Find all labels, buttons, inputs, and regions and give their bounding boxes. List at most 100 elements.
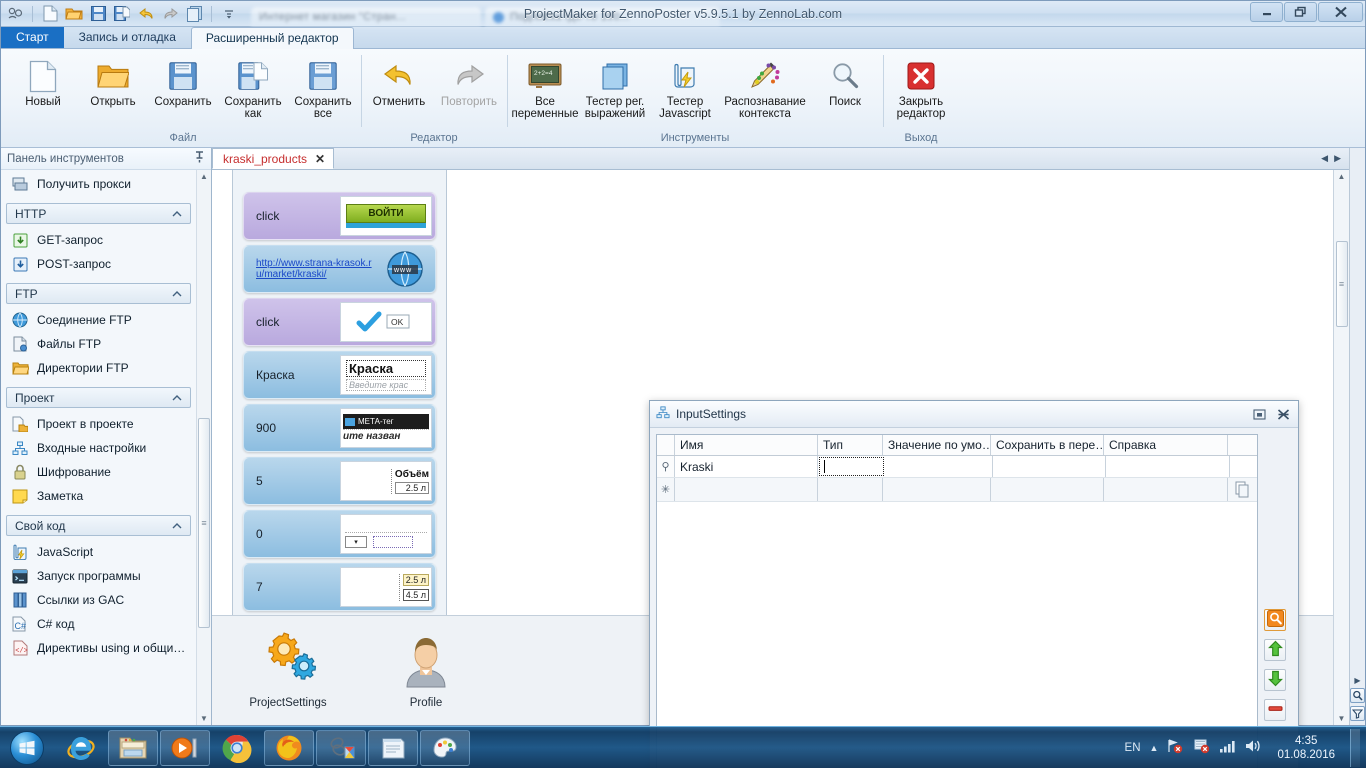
toolbox-item-csharp-code[interactable]: C# C# код <box>1 612 196 636</box>
ribbon-tab-record-debug[interactable]: Запись и отладка <box>64 26 191 48</box>
scroll-up-icon[interactable]: ▲ <box>200 172 208 181</box>
redo-icon[interactable] <box>160 4 180 24</box>
flow-node-goto-url[interactable]: http://www.strana-krasok.ru/market/krask… <box>243 245 436 293</box>
input-settings-restore-button[interactable] <box>1250 406 1268 422</box>
flow-node-7[interactable]: 7 2.5 л 4.5 л <box>243 563 436 611</box>
toolbox-item-get-request[interactable]: GET-запрос <box>1 228 196 252</box>
pin-icon[interactable] <box>194 151 205 166</box>
right-edge-panel[interactable]: ▶ <box>1349 148 1365 725</box>
input-settings-close-button[interactable] <box>1274 406 1292 422</box>
toolbox-item-javascript[interactable]: JavaScript <box>1 540 196 564</box>
toolbox-scrollbar[interactable]: ▲ ≡ ▼ <box>196 170 211 725</box>
taskbar-paint[interactable] <box>420 729 470 766</box>
cell-type-editor[interactable] <box>819 457 884 476</box>
customize-qat-icon[interactable] <box>219 4 239 24</box>
input-settings-grid[interactable]: Имя Тип Значение по умо… Сохранить в пер… <box>656 434 1258 768</box>
flow-node-click-login[interactable]: click ВОЙТИ <box>243 192 436 240</box>
scrollbar-thumb[interactable]: ≡ <box>1335 241 1348 327</box>
window-icon[interactable] <box>184 4 204 24</box>
toolbox-item-using-directives[interactable]: </> Директивы using и общи… <box>1 636 196 660</box>
toolbox-item-note[interactable]: Заметка <box>1 484 196 508</box>
cell-name[interactable]: Kraski <box>675 456 818 477</box>
save-as-icon[interactable] <box>112 4 132 24</box>
flow-node-kraska[interactable]: Краска Краска Введите крас <box>243 351 436 399</box>
show-desktop-button[interactable] <box>1350 728 1360 767</box>
quick-access-toolbar[interactable] <box>1 1 239 26</box>
volume-icon[interactable] <box>1245 739 1262 756</box>
ribbon-tab-advanced-editor[interactable]: Расширенный редактор <box>190 27 354 49</box>
ribbon-tab-strip[interactable]: Старт Запись и отладка Расширенный редак… <box>1 26 1365 49</box>
delete-row-button[interactable] <box>1264 699 1286 721</box>
toolbox-item-subproject[interactable]: Проект в проекте <box>1 412 196 436</box>
regex-tester-button[interactable]: Тестер рег. выражений <box>581 55 649 124</box>
all-variables-button[interactable]: 2+2=4 Все переменные <box>511 55 579 124</box>
new-cell-save-to[interactable] <box>991 478 1104 501</box>
undo-button[interactable]: Отменить <box>365 55 433 112</box>
copy-icon[interactable] <box>1228 478 1257 501</box>
input-settings-side-toolbar[interactable] <box>1258 434 1292 768</box>
scroll-down-icon[interactable]: ▼ <box>200 714 208 723</box>
grid-header-help[interactable]: Справка <box>1104 435 1228 455</box>
toolbox-group-http[interactable]: HTTP <box>6 203 191 224</box>
input-settings-window[interactable]: InputSettings Имя Тип Значение по умо… С… <box>649 400 1299 768</box>
project-settings-item[interactable]: ProjectSettings <box>240 632 336 709</box>
toolbox-group-project[interactable]: Проект <box>6 387 191 408</box>
new-icon[interactable] <box>40 4 60 24</box>
start-button[interactable] <box>0 728 54 768</box>
flow-node-url-link[interactable]: http://www.strana-krasok.ru/market/krask… <box>256 258 375 280</box>
taskbar-firefox[interactable] <box>264 729 314 766</box>
new-cell-default[interactable] <box>883 478 991 501</box>
filter-search-button[interactable] <box>1264 609 1286 631</box>
open-button[interactable]: Открыть <box>79 55 147 112</box>
toolbox-group-custom-code[interactable]: Свой код <box>6 515 191 536</box>
save-all-button[interactable]: Сохранить все <box>289 55 357 124</box>
table-row[interactable]: ⚲ Kraski <box>657 456 1257 478</box>
save-button[interactable]: Сохранить <box>149 55 217 112</box>
canvas-scrollbar[interactable]: ▲ ≡ ▼ <box>1333 170 1349 725</box>
move-down-button[interactable] <box>1264 669 1286 691</box>
toolbox-item-input-settings[interactable]: Входные настройки <box>1 436 196 460</box>
grid-header-save-to[interactable]: Сохранить в пере… <box>991 435 1104 455</box>
profile-item[interactable]: Profile <box>378 632 474 709</box>
cell-default[interactable] <box>885 456 993 477</box>
new-cell-type[interactable] <box>818 478 883 501</box>
document-tab-kraski-products[interactable]: kraski_products ✕ <box>212 148 335 169</box>
flow-node-5[interactable]: 5 Объём 2.5 л <box>243 457 436 505</box>
flow-node-900[interactable]: 900 МЕТА-тег ите назван <box>243 404 436 452</box>
grid-header-default[interactable]: Значение по умо… <box>883 435 991 455</box>
taskbar-chrome[interactable] <box>212 730 262 766</box>
new-button[interactable]: Новый <box>9 55 77 112</box>
toolbox-item-post-request[interactable]: POST-запрос <box>1 252 196 276</box>
taskbar-media-player[interactable] <box>160 729 210 766</box>
javascript-tester-button[interactable]: Тестер Javascript <box>651 55 719 124</box>
redo-button[interactable]: Повторить <box>435 55 503 112</box>
move-up-button[interactable] <box>1264 639 1286 661</box>
toolbox-item-ftp-files[interactable]: Файлы FTP <box>1 332 196 356</box>
restore-button[interactable] <box>1284 2 1317 22</box>
taskbar-zennoposter[interactable] <box>316 729 366 766</box>
signal-icon[interactable] <box>1219 740 1236 756</box>
expand-panel-icon[interactable]: ▶ <box>1354 676 1360 685</box>
scroll-down-icon[interactable]: ▼ <box>1338 714 1346 723</box>
tab-prev-icon[interactable]: ◀ <box>1321 153 1328 164</box>
show-hidden-icons-icon[interactable]: ▲ <box>1150 743 1159 753</box>
context-recognition-button[interactable]: Распознавание контекста <box>721 55 809 124</box>
tab-next-icon[interactable]: ▶ <box>1334 153 1341 164</box>
table-new-row[interactable]: ✳ <box>657 478 1257 502</box>
toolbox-item-gac-references[interactable]: Ссылки из GAC <box>1 588 196 612</box>
flow-node-0[interactable]: 0 ▾ <box>243 510 436 558</box>
new-cell-name[interactable] <box>675 478 818 501</box>
tray-language[interactable]: EN <box>1125 742 1141 754</box>
toolbox-item-run-program[interactable]: Запуск программы <box>1 564 196 588</box>
close-editor-button[interactable]: Закрыть редактор <box>887 55 955 124</box>
taskbar-notepad[interactable] <box>368 729 418 766</box>
cell-save-to[interactable] <box>993 456 1106 477</box>
search-button[interactable]: Поиск <box>811 55 879 112</box>
cell-help[interactable] <box>1106 456 1230 477</box>
grid-header-type[interactable]: Тип <box>818 435 883 455</box>
window-controls[interactable] <box>1250 2 1363 22</box>
document-tab-nav[interactable]: ◀ ▶ <box>1313 148 1349 169</box>
toolbox-group-ftp[interactable]: FTP <box>6 283 191 304</box>
minimize-button[interactable] <box>1250 2 1283 22</box>
toolbox-item-ftp-directories[interactable]: Директории FTP <box>1 356 196 380</box>
